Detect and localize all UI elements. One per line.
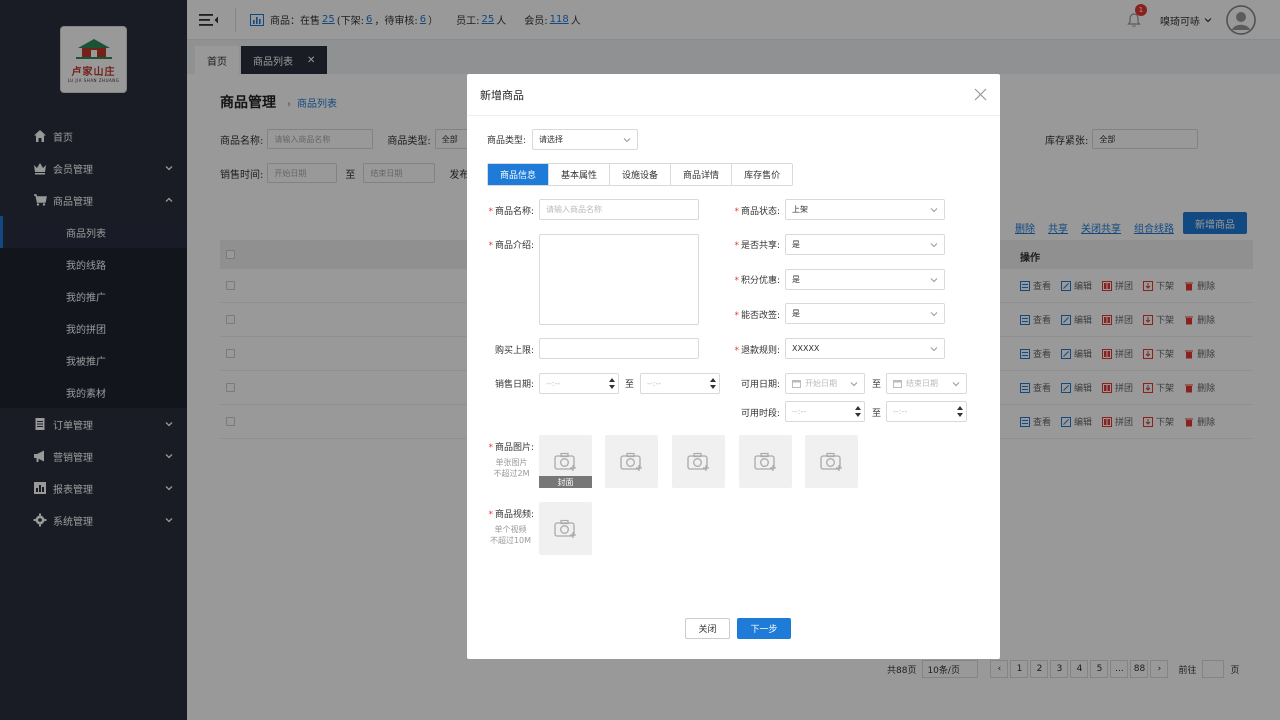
sale-end-time[interactable]: --:-- xyxy=(640,373,720,394)
available-date-to: 至 xyxy=(872,380,882,390)
chevron-down-icon xyxy=(930,312,938,317)
chevron-down-icon xyxy=(623,138,631,143)
status-label: * 商品状态: xyxy=(734,207,780,217)
available-start-date[interactable]: 开始日期 xyxy=(785,373,865,394)
chevron-down-icon xyxy=(930,243,938,248)
chevron-down-icon xyxy=(850,382,858,387)
close-button[interactable]: 关闭 xyxy=(685,618,730,639)
dialog-header: 新增商品 xyxy=(467,74,1000,116)
chevron-down-icon xyxy=(930,278,938,283)
goods-image-label: * 商品图片: xyxy=(488,443,534,453)
available-end-date[interactable]: 结束日期 xyxy=(886,373,967,394)
spinner-icon[interactable] xyxy=(608,376,616,391)
image-upload-slot[interactable] xyxy=(605,435,658,488)
goods-video-label: * 商品视频: xyxy=(488,510,534,520)
camera-icon xyxy=(553,452,576,471)
image-upload-cover[interactable]: 封面 xyxy=(539,435,592,488)
tab-goods-detail[interactable]: 商品详情 xyxy=(671,164,733,185)
available-end-time[interactable]: --:-- xyxy=(886,401,967,422)
goods-name-label: * 商品名称: xyxy=(488,207,534,217)
camera-icon xyxy=(686,452,709,471)
refund-rule-select[interactable]: XXXXX xyxy=(785,338,945,359)
sale-date-label: 销售日期: xyxy=(494,380,534,390)
refund-rule-label: * 退款规则: xyxy=(734,346,780,356)
sale-start-time[interactable]: --:-- xyxy=(539,373,619,394)
chevron-down-icon xyxy=(930,347,938,352)
image-upload-slot[interactable] xyxy=(672,435,725,488)
goods-name-input[interactable]: 请输入商品名称 xyxy=(539,199,699,220)
goods-type-select[interactable]: 请选择 xyxy=(532,129,638,150)
purchase-limit-input[interactable] xyxy=(539,338,699,359)
cover-badge: 封面 xyxy=(539,476,592,488)
calendar-icon xyxy=(893,380,902,388)
chevron-down-icon xyxy=(930,208,938,213)
sale-date-to: 至 xyxy=(625,380,635,390)
tab-stock-price[interactable]: 库存售价 xyxy=(732,164,792,185)
status-select[interactable]: 上架 xyxy=(785,199,945,220)
chevron-down-icon xyxy=(952,382,960,387)
dialog-tabs: 商品信息 基本属性 设施设备 商品详情 库存售价 xyxy=(487,163,794,186)
available-time-label: 可用时段: xyxy=(740,409,780,419)
image-hint: 单张图片 不超过2M xyxy=(493,458,530,478)
points-select[interactable]: 是 xyxy=(785,269,945,290)
available-date-label: 可用日期: xyxy=(740,380,780,390)
tab-basic-attrs[interactable]: 基本属性 xyxy=(549,164,611,185)
calendar-icon xyxy=(792,380,801,388)
camera-icon xyxy=(619,452,642,471)
points-label: * 积分优惠: xyxy=(734,276,780,286)
video-upload-slot[interactable] xyxy=(539,502,592,555)
spinner-icon[interactable] xyxy=(854,404,862,419)
camera-icon xyxy=(753,452,776,471)
spinner-icon[interactable] xyxy=(709,376,717,391)
available-start-time[interactable]: --:-- xyxy=(785,401,865,422)
reschedule-select[interactable]: 是 xyxy=(785,303,945,324)
goods-intro-label: * 商品介绍: xyxy=(488,241,534,251)
reschedule-label: * 能否改签: xyxy=(734,311,780,321)
close-icon[interactable] xyxy=(974,88,987,101)
camera-icon xyxy=(553,519,576,538)
share-select[interactable]: 是 xyxy=(785,234,945,255)
purchase-limit-label: 购买上限: xyxy=(494,346,534,356)
image-upload-slot[interactable] xyxy=(805,435,858,488)
goods-type-label: 商品类型: xyxy=(487,136,527,146)
goods-intro-textarea[interactable] xyxy=(539,234,699,325)
add-goods-dialog: 新增商品 商品类型: 请选择 商品信息 基本属性 设施设备 商品详情 库存售价 … xyxy=(467,74,1000,659)
next-step-button[interactable]: 下一步 xyxy=(737,618,791,639)
dialog-title: 新增商品 xyxy=(480,88,524,102)
spinner-icon[interactable] xyxy=(956,404,964,419)
available-time-to: 至 xyxy=(872,409,882,419)
image-upload-slot[interactable] xyxy=(739,435,792,488)
tab-facilities[interactable]: 设施设备 xyxy=(610,164,672,185)
camera-icon xyxy=(819,452,842,471)
video-hint: 单个视频 不超过10M xyxy=(489,525,532,545)
share-label: * 是否共享: xyxy=(734,241,780,251)
tab-goods-info[interactable]: 商品信息 xyxy=(488,164,550,185)
